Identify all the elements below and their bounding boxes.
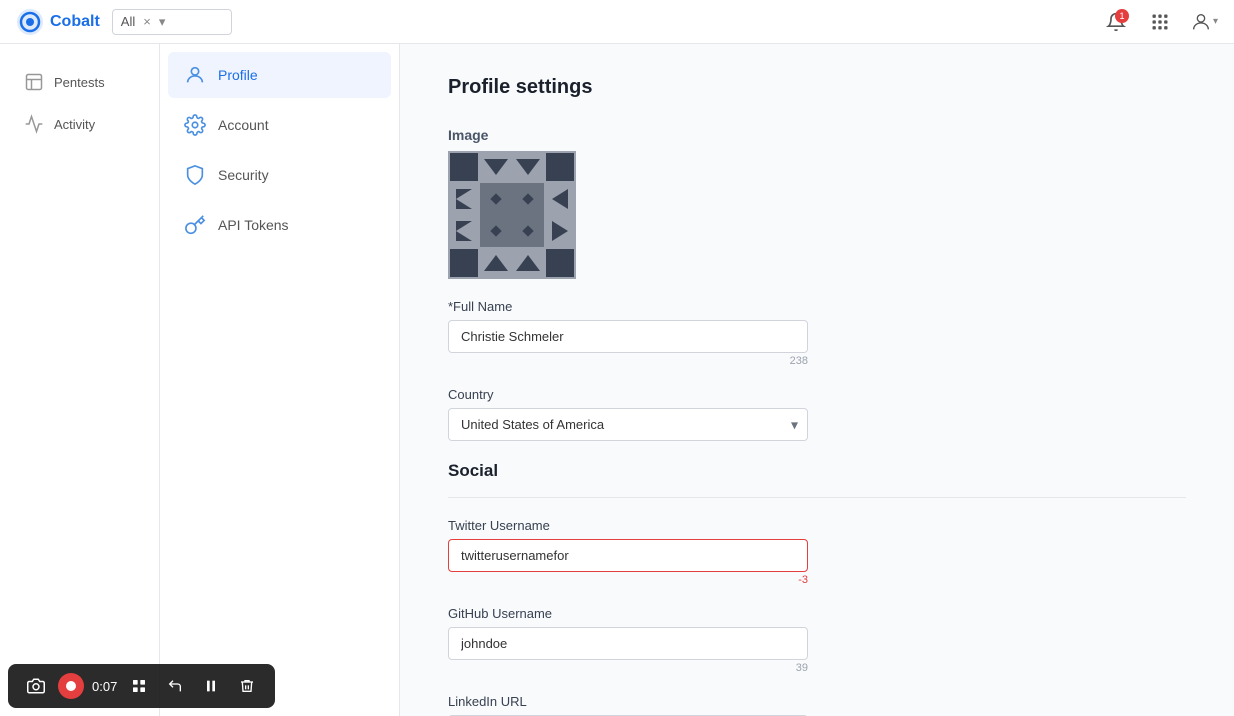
- github-input[interactable]: [448, 627, 808, 660]
- account-nav-icon: [184, 114, 206, 136]
- logo-text: Cobalt: [50, 13, 100, 31]
- filter-bar[interactable]: All × ▾: [112, 9, 232, 35]
- full-name-group: *Full Name 238: [448, 299, 808, 367]
- country-group: Country United States of America Canada …: [448, 387, 808, 441]
- settings-nav-account-label: Account: [218, 117, 269, 133]
- layout: Pentests Activity Profile Account: [0, 44, 1234, 716]
- settings-nav-api-tokens-label: API Tokens: [218, 217, 289, 233]
- linkedin-label: LinkedIn URL: [448, 694, 808, 709]
- security-nav-icon: [184, 164, 206, 186]
- topbar-left: Cobalt All × ▾: [16, 8, 232, 36]
- camera-button[interactable]: [22, 672, 50, 700]
- apps-grid-icon[interactable]: [1146, 8, 1174, 36]
- twitter-group: Twitter Username -3: [448, 518, 808, 586]
- pause-icon: [203, 678, 219, 694]
- sidebar: Pentests Activity: [0, 44, 160, 716]
- country-select[interactable]: United States of America Canada United K…: [448, 408, 808, 441]
- record-button[interactable]: [58, 673, 84, 699]
- filter-dropdown-icon[interactable]: ▾: [159, 14, 166, 30]
- github-group: GitHub Username 39: [448, 606, 808, 674]
- logo[interactable]: Cobalt: [16, 8, 100, 36]
- image-label: Image: [448, 127, 808, 143]
- bottom-bar: 0:07: [8, 664, 275, 708]
- notification-bell[interactable]: 1: [1102, 8, 1130, 36]
- linkedin-group: LinkedIn URL: [448, 694, 808, 716]
- sidebar-label-pentests: Pentests: [54, 75, 105, 90]
- image-section: Image: [448, 127, 808, 279]
- social-section: Social Twitter Username -3 GitHub Userna…: [448, 461, 1186, 716]
- settings-avatar-icon[interactable]: ▾: [1190, 8, 1218, 36]
- filter-clear-icon[interactable]: ×: [143, 14, 151, 29]
- full-name-input[interactable]: [448, 320, 808, 353]
- settings-nav-api-tokens[interactable]: API Tokens: [168, 202, 391, 248]
- settings-nav-account[interactable]: Account: [168, 102, 391, 148]
- delete-button[interactable]: [233, 672, 261, 700]
- delete-icon: [239, 678, 255, 694]
- page-title: Profile settings: [448, 76, 1186, 99]
- github-char-count: 39: [448, 662, 808, 674]
- undo-icon: [167, 678, 183, 694]
- full-name-char-count: 238: [448, 355, 808, 367]
- pause-button[interactable]: [197, 672, 225, 700]
- topbar: Cobalt All × ▾ 1 ▾: [0, 0, 1234, 44]
- twitter-input[interactable]: [448, 539, 808, 572]
- activity-icon: [24, 114, 44, 134]
- filter-value: All: [121, 14, 135, 29]
- main-content: Profile settings Image: [400, 44, 1234, 716]
- grid-icon: [131, 678, 147, 694]
- social-section-title: Social: [448, 461, 1186, 481]
- settings-nav-security-label: Security: [218, 167, 269, 183]
- logo-icon: [16, 8, 44, 36]
- settings-nav-profile[interactable]: Profile: [168, 52, 391, 98]
- grid-button[interactable]: [125, 672, 153, 700]
- api-tokens-nav-icon: [184, 214, 206, 236]
- record-icon: [65, 680, 77, 692]
- twitter-char-count: -3: [448, 574, 808, 586]
- country-label: Country: [448, 387, 808, 402]
- country-select-wrapper: United States of America Canada United K…: [448, 408, 808, 441]
- camera-icon: [27, 677, 45, 695]
- notification-badge: 1: [1115, 9, 1129, 23]
- social-divider: [448, 497, 1186, 498]
- sidebar-item-activity[interactable]: Activity: [8, 104, 151, 144]
- sidebar-label-activity: Activity: [54, 117, 95, 132]
- pentests-icon: [24, 72, 44, 92]
- avatar-image[interactable]: [448, 151, 576, 279]
- settings-nav-profile-label: Profile: [218, 67, 258, 83]
- full-name-label: *Full Name: [448, 299, 808, 314]
- twitter-label: Twitter Username: [448, 518, 808, 533]
- sidebar-item-pentests[interactable]: Pentests: [8, 62, 151, 102]
- topbar-right: 1 ▾: [1102, 8, 1218, 36]
- timer-display: 0:07: [92, 679, 117, 694]
- profile-nav-icon: [184, 64, 206, 86]
- github-label: GitHub Username: [448, 606, 808, 621]
- undo-button[interactable]: [161, 672, 189, 700]
- settings-nav: Profile Account Security API Tokens: [160, 44, 400, 716]
- settings-nav-security[interactable]: Security: [168, 152, 391, 198]
